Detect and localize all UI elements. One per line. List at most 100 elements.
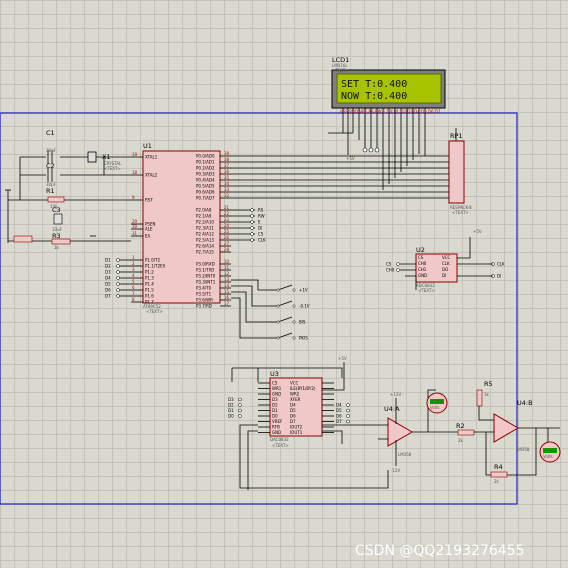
lcd-display[interactable]: SET T:0.400 NOW T:0.400 LCD1 LM016L <TEX… — [331, 56, 446, 109]
u2-left-pin-label: CH1 — [418, 267, 427, 272]
r5-ref: R5 — [484, 380, 493, 388]
voltmeter-2[interactable]: Volts +0.00 — [539, 441, 561, 463]
switch-blade[interactable] — [277, 284, 293, 291]
r4-value: 2k — [494, 479, 500, 484]
r5-resistor[interactable] — [476, 389, 483, 407]
switch-contact — [276, 336, 280, 340]
u2-net-label: DI — [497, 274, 501, 279]
u3-terminal — [346, 419, 350, 424]
u1-right-pin-number: 32 — [224, 193, 230, 198]
u3-terminal — [238, 408, 242, 413]
u1-right-pin-label: P0.6/AD6 — [196, 190, 215, 195]
p1-net-label: D4 — [105, 276, 111, 281]
voltmeter-1-label: Volts — [430, 405, 440, 410]
u1-right-pin-label: P3.4/T0 — [196, 286, 212, 291]
u1-left-pin-number: 7 — [132, 291, 135, 296]
u1-right-pin-number: 34 — [224, 181, 230, 186]
c3-capacitor[interactable] — [53, 213, 63, 225]
u4a-ref: U4:A — [384, 405, 400, 413]
switch-blade[interactable] — [277, 300, 293, 307]
p2-terminal — [250, 214, 254, 218]
lcd-line-1: SET T:0.400 — [341, 79, 407, 90]
u1-right-pin-number: 38 — [224, 157, 230, 162]
u1-right-pin-label: P0.0/AD0 — [196, 154, 215, 159]
p2-net-label: CS — [258, 232, 264, 237]
u1-right-pin-number: 24 — [224, 223, 230, 228]
u1-right-pin-label: P0.5/AD5 — [196, 184, 215, 189]
u4a-vneg: -12V — [391, 468, 401, 473]
u2-net-label: CH0 — [386, 268, 395, 273]
crystal-x1[interactable]: X1 CRYSTAL <TEXT> — [87, 151, 122, 171]
switch-label: PKIS — [299, 336, 308, 341]
voltmeter-2-reading: +0.00 — [544, 448, 557, 453]
r1-ref: R1 — [46, 187, 55, 195]
p1-terminal — [116, 288, 120, 292]
u2-right-pin-label: DO — [442, 267, 448, 272]
u1-right-pin-label: P2.4/A12 — [196, 232, 214, 237]
u1-right-pin-label: P0.4/AD4 — [196, 178, 215, 183]
switch-label: +1V — [299, 288, 308, 293]
u1-left-pin-label: XTAL1 — [145, 155, 158, 160]
u1-right-pin-number: 36 — [224, 169, 230, 174]
opamp-u4b[interactable]: U4:B LM358 — [493, 399, 533, 452]
u2-text-tag: <TEXT> — [418, 288, 435, 293]
u3-net-label: D1 — [228, 408, 234, 413]
u1-right-pin-label: P0.1/AD1 — [196, 160, 215, 165]
u2-right-pin-label: VCC — [442, 255, 451, 260]
u2-left-pin-label: CH0 — [418, 261, 427, 266]
u3-left-pin-label: VREF — [272, 419, 283, 424]
p2-net-label: RW — [258, 214, 265, 219]
u2-ref: U2 — [416, 246, 425, 254]
opamp-u4a[interactable]: U4:A LM358 — [384, 405, 413, 457]
reset-button[interactable] — [13, 235, 33, 243]
lcd-pin-terminals — [362, 147, 380, 153]
u1-left-pin-label: P1.4 — [145, 282, 154, 287]
u3-terminal — [238, 414, 242, 418]
switch-contact — [292, 304, 296, 308]
u3-terminal — [346, 414, 350, 418]
p1-net-label: D1 — [105, 258, 111, 263]
u3-supply: +5V — [338, 356, 347, 361]
resistor-pack-rp1[interactable]: RP1 RESPACK-8 <TEXT> — [448, 132, 472, 215]
u1-right-pin-label: P3.3/INT1 — [196, 280, 216, 285]
r2-value: 2k — [458, 438, 464, 443]
u1-right-pin-number: 22 — [224, 211, 230, 216]
u1-left-pin-number: 9 — [132, 195, 135, 200]
u1-right-pin-number: 16 — [224, 295, 230, 300]
p3-switches[interactable]: +1V -0.1V BIS PKIS — [268, 284, 310, 341]
switch-blade[interactable] — [277, 332, 293, 339]
u3-left-pin-label: RFB — [272, 425, 280, 430]
u3-ref: U3 — [270, 370, 279, 378]
u1-left-pin-number: 18 — [132, 170, 138, 175]
crystal-text-tag: <TEXT> — [104, 166, 121, 171]
rp1-text-tag: <TEXT> — [452, 210, 469, 215]
u2-net-label: CS — [386, 262, 392, 267]
schematic-canvas[interactable]: SET T:0.400 NOW T:0.400 LCD1 LM016L <TEX… — [0, 0, 568, 568]
r1-resistor[interactable] — [47, 196, 65, 203]
u3-left-pin-label: GND — [272, 392, 281, 397]
u1-right-pin-number: 14 — [224, 283, 230, 288]
crystal-ref: X1 — [102, 153, 111, 161]
u1-right-pin-label: P2.5/A13 — [196, 238, 214, 243]
voltmeter-1[interactable]: Volts +0.00 — [426, 392, 448, 414]
switch-label: BIS — [299, 320, 306, 325]
u3-net-label: D3 — [228, 397, 234, 402]
switch-blade[interactable] — [277, 316, 293, 323]
p1-terminal — [116, 294, 120, 298]
u1-left-pin-label: ALE — [145, 227, 153, 232]
switch-label: -0.1V — [299, 304, 310, 309]
switch-contact — [292, 336, 296, 340]
r2-resistor[interactable] — [457, 429, 475, 436]
u2-net-label: CLK — [497, 262, 505, 267]
u3-right-pin-label: D5 — [290, 408, 296, 413]
c3-ref: C3 — [52, 206, 61, 214]
u1-right-pin-number: 10 — [224, 259, 230, 264]
u3-terminal — [346, 403, 350, 407]
u1-right-pin-label: P2.7/A15 — [196, 250, 214, 255]
p1-terminal — [116, 270, 120, 274]
r3-resistor[interactable] — [51, 238, 71, 245]
switch-contact — [292, 288, 296, 292]
u1-right-pin-number: 17 — [224, 301, 230, 306]
r4-resistor[interactable] — [490, 471, 508, 478]
switch-contact — [292, 320, 296, 324]
